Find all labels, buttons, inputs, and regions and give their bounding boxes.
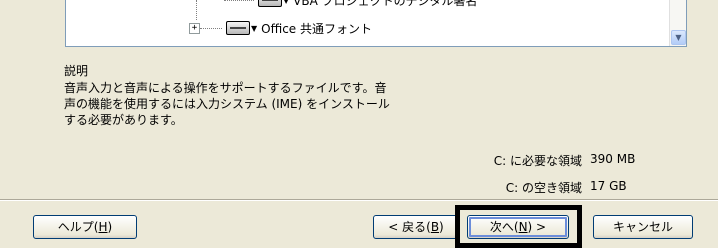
- description-heading: 説明: [64, 64, 89, 78]
- drive-icon[interactable]: [258, 0, 282, 7]
- back-button[interactable]: < 戻る(B): [373, 215, 459, 239]
- free-space-label: C: の空き領域: [505, 181, 582, 195]
- drive-icon[interactable]: [226, 21, 250, 35]
- separator: [0, 199, 718, 201]
- scroll-down-icon[interactable]: ▼: [671, 30, 686, 45]
- tree-item-label: Office 共通フォント: [261, 21, 372, 36]
- back-button-label: < 戻る(: [388, 220, 431, 234]
- help-button-label-end: ): [107, 220, 113, 234]
- back-button-label-end: ): [439, 220, 444, 234]
- description-text: 音声入力と音声による操作をサポートするファイルです。音 声の機能を使用するには入…: [64, 80, 464, 128]
- next-button-label: 次へ(: [489, 220, 519, 234]
- expand-icon[interactable]: +: [189, 22, 200, 34]
- tree-item-label: VBA プロジェクトのデジタル署名: [293, 0, 478, 8]
- tree-connector: [224, 0, 254, 1]
- free-space-value: 17 GB: [590, 179, 627, 193]
- cancel-button[interactable]: キャンセル: [593, 215, 693, 239]
- tree-item-office-fonts[interactable]: + ▼ Office 共通フォント: [189, 19, 372, 37]
- dropdown-arrow-icon[interactable]: ▼: [251, 24, 257, 33]
- tree-connector: [200, 27, 222, 29]
- help-button[interactable]: ヘルプ(H): [33, 215, 137, 239]
- help-button-label: ヘルプ(: [57, 220, 99, 234]
- description-line: 音声入力と音声による操作をサポートするファイルです。音: [64, 81, 387, 95]
- help-button-accelerator: H: [98, 220, 108, 234]
- next-button-label-end: ) >: [527, 220, 547, 234]
- required-space-label: C: に必要な領域: [493, 154, 582, 168]
- description-line: する必要があります。: [64, 113, 183, 127]
- description-line: 声の機能を使用するには入力システム (IME) をインストール: [64, 97, 390, 111]
- next-button-accelerator: N: [518, 220, 528, 234]
- dropdown-arrow-icon[interactable]: ▼: [283, 0, 289, 5]
- required-space-value: 390 MB: [590, 152, 636, 166]
- tree-item-vba-signature[interactable]: ▼ VBA プロジェクトのデジタル署名: [224, 0, 477, 9]
- vertical-scrollbar[interactable]: ▼: [669, 0, 686, 46]
- back-button-accelerator: B: [430, 220, 440, 234]
- feature-tree[interactable]: ▼ VBA プロジェクトのデジタル署名 + ▼ Office 共通フォント ▼: [65, 0, 687, 47]
- next-button[interactable]: 次へ(N) >: [467, 215, 569, 239]
- tree-connector: [196, 0, 197, 20]
